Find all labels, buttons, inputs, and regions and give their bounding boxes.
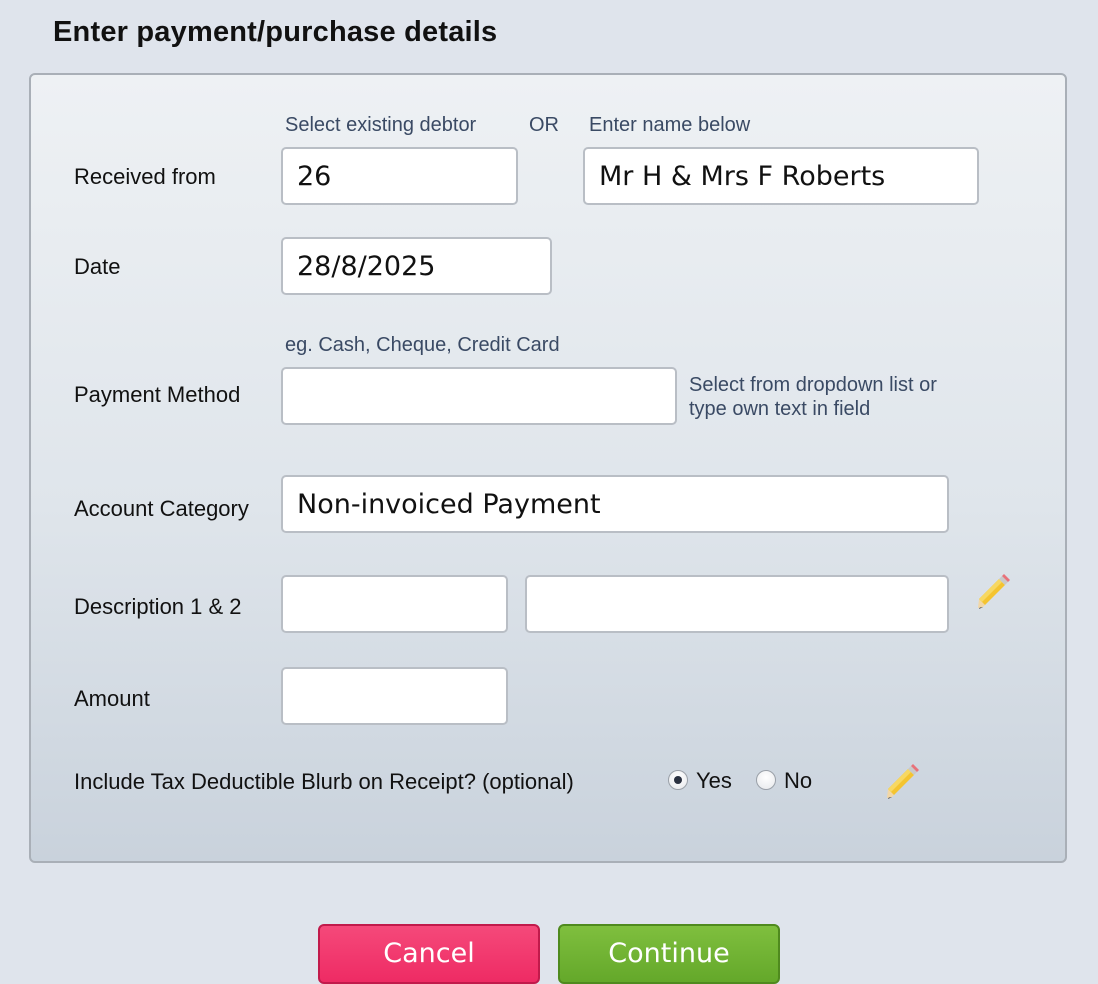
tax-blurb-label: Include Tax Deductible Blurb on Receipt?… xyxy=(74,769,574,794)
account-category-label: Account Category xyxy=(74,496,249,521)
hint-or: OR xyxy=(529,114,559,136)
tax-blurb-no-label[interactable]: No xyxy=(784,768,812,794)
description-label: Description 1 & 2 xyxy=(74,594,242,619)
payment-method-note-line1: Select from dropdown list or xyxy=(689,374,937,396)
description2-input[interactable] xyxy=(525,575,949,633)
date-label: Date xyxy=(74,254,121,279)
debtor-name-input[interactable] xyxy=(583,147,979,205)
tax-blurb-no-radio[interactable] xyxy=(756,770,776,790)
cancel-button[interactable]: Cancel xyxy=(318,924,540,984)
page-title: Enter payment/purchase details xyxy=(53,16,498,48)
payment-method-note: Select from dropdown list or type own te… xyxy=(689,373,937,421)
hint-select-debtor: Select existing debtor xyxy=(285,114,477,136)
hint-enter-name: Enter name below xyxy=(589,114,751,136)
tax-blurb-yes-radio[interactable] xyxy=(668,770,688,790)
payment-details-panel: Select existing debtor OR Enter name bel… xyxy=(29,73,1067,863)
tax-blurb-yes-label[interactable]: Yes xyxy=(696,768,732,794)
continue-button[interactable]: Continue xyxy=(558,924,780,984)
description1-input[interactable] xyxy=(281,575,508,633)
received-from-label: Received from xyxy=(74,164,216,189)
amount-input[interactable] xyxy=(281,667,508,725)
payment-method-note-line2: type own text in field xyxy=(689,398,871,420)
account-category-input[interactable] xyxy=(281,475,949,533)
payment-method-input[interactable] xyxy=(281,367,677,425)
amount-label: Amount xyxy=(74,686,150,711)
date-input[interactable] xyxy=(281,237,552,295)
pencil-icon[interactable] xyxy=(973,571,1013,611)
payment-method-hint: eg. Cash, Cheque, Credit Card xyxy=(285,334,560,356)
pencil-icon[interactable] xyxy=(882,761,922,801)
debtor-id-input[interactable] xyxy=(281,147,518,205)
payment-method-label: Payment Method xyxy=(74,382,241,407)
